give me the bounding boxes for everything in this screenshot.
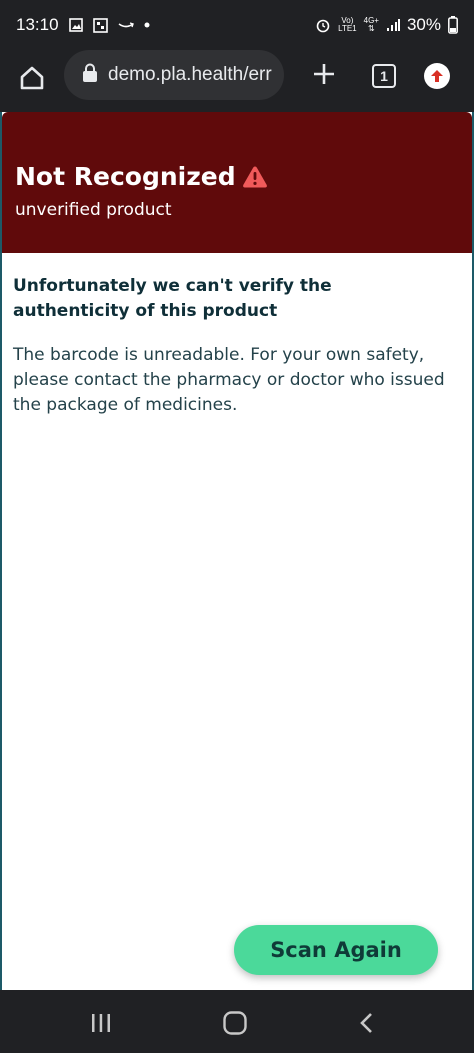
browser-toolbar: demo.pla.health/err 1 xyxy=(0,50,474,110)
lock-icon xyxy=(82,63,98,87)
status-banner: Not Recognized unverified product xyxy=(2,112,472,253)
status-bar: 13:10 Vo) LTE1 4G+ ⇅ 30% xyxy=(0,0,474,50)
recent-apps-button[interactable] xyxy=(86,1008,116,1038)
back-icon xyxy=(360,1013,372,1033)
alarm-icon xyxy=(315,17,331,33)
address-bar[interactable]: demo.pla.health/err xyxy=(64,50,284,100)
plus-icon xyxy=(314,64,334,84)
home-icon xyxy=(20,66,44,90)
status-time: 13:10 xyxy=(16,15,59,34)
network-type-indicator: 4G+ ⇅ xyxy=(364,17,379,33)
banner-title-row: Not Recognized xyxy=(15,162,268,191)
battery-icon xyxy=(448,16,458,34)
battery-percent: 30% xyxy=(406,15,441,34)
new-tab-button[interactable] xyxy=(310,60,338,88)
data-arrows-icon: ⇅ xyxy=(367,24,375,33)
web-page: Not Recognized unverified product Unfort… xyxy=(0,112,474,990)
home-icon xyxy=(223,1011,247,1035)
banner-title: Not Recognized xyxy=(15,162,236,191)
system-home-button[interactable] xyxy=(220,1008,250,1038)
signal-strength-icon xyxy=(386,18,400,32)
system-navigation-bar xyxy=(0,990,474,1053)
message-heading: Unfortunately we can't verify the authen… xyxy=(13,276,332,321)
amazon-icon xyxy=(118,20,134,30)
back-button[interactable] xyxy=(352,1008,382,1038)
qr-code-icon xyxy=(92,17,108,33)
warning-icon xyxy=(242,166,267,187)
url-text: demo.pla.health/err xyxy=(108,64,272,85)
scan-again-button[interactable]: Scan Again xyxy=(234,925,438,975)
recent-apps-icon xyxy=(92,1014,110,1032)
browser-home-button[interactable] xyxy=(16,62,48,94)
banner-subtitle: unverified product xyxy=(15,200,172,220)
update-arrow-icon xyxy=(431,70,443,82)
gallery-icon xyxy=(68,18,83,32)
message-body: The barcode is unreadable. For your own … xyxy=(13,345,445,415)
lte-label: LTE1 xyxy=(338,24,357,33)
volte-indicator: Vo) LTE1 xyxy=(338,17,357,33)
tab-switcher-button[interactable]: 1 xyxy=(372,64,396,88)
notification-dot-icon xyxy=(144,22,150,28)
update-button[interactable] xyxy=(424,63,450,89)
